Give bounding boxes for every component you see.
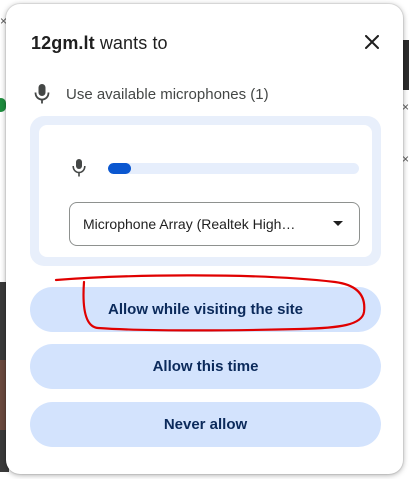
background-close-icon: × bbox=[402, 152, 409, 166]
background-close-icon: × bbox=[402, 100, 409, 114]
permission-label: Use available microphones (1) bbox=[66, 85, 269, 103]
permission-prompt: 12gm.lt wants to Use available microphon… bbox=[6, 4, 403, 474]
origin-host: 12gm.lt bbox=[31, 33, 95, 53]
title-suffix: wants to bbox=[99, 33, 168, 53]
microphone-icon bbox=[31, 82, 53, 106]
mic-level-fill bbox=[108, 163, 131, 174]
permission-row: Use available microphones (1) bbox=[31, 82, 269, 106]
microphone-device-select[interactable]: Microphone Array (Realtek High… bbox=[69, 202, 360, 246]
mic-level-meter bbox=[108, 163, 359, 174]
dropdown-caret-icon bbox=[333, 221, 343, 226]
allow-while-visiting-button[interactable]: Allow while visiting the site bbox=[30, 287, 381, 332]
background-fragment bbox=[403, 40, 409, 90]
device-panel: Microphone Array (Realtek High… bbox=[30, 116, 381, 266]
device-select-value: Microphone Array (Realtek High… bbox=[83, 216, 296, 232]
device-panel-inner: Microphone Array (Realtek High… bbox=[39, 125, 372, 257]
prompt-title: 12gm.lt wants to bbox=[31, 33, 168, 54]
close-button[interactable] bbox=[360, 30, 384, 54]
microphone-icon bbox=[70, 157, 88, 179]
never-allow-button[interactable]: Never allow bbox=[30, 402, 381, 447]
close-icon bbox=[365, 35, 379, 49]
allow-this-time-button[interactable]: Allow this time bbox=[30, 344, 381, 389]
